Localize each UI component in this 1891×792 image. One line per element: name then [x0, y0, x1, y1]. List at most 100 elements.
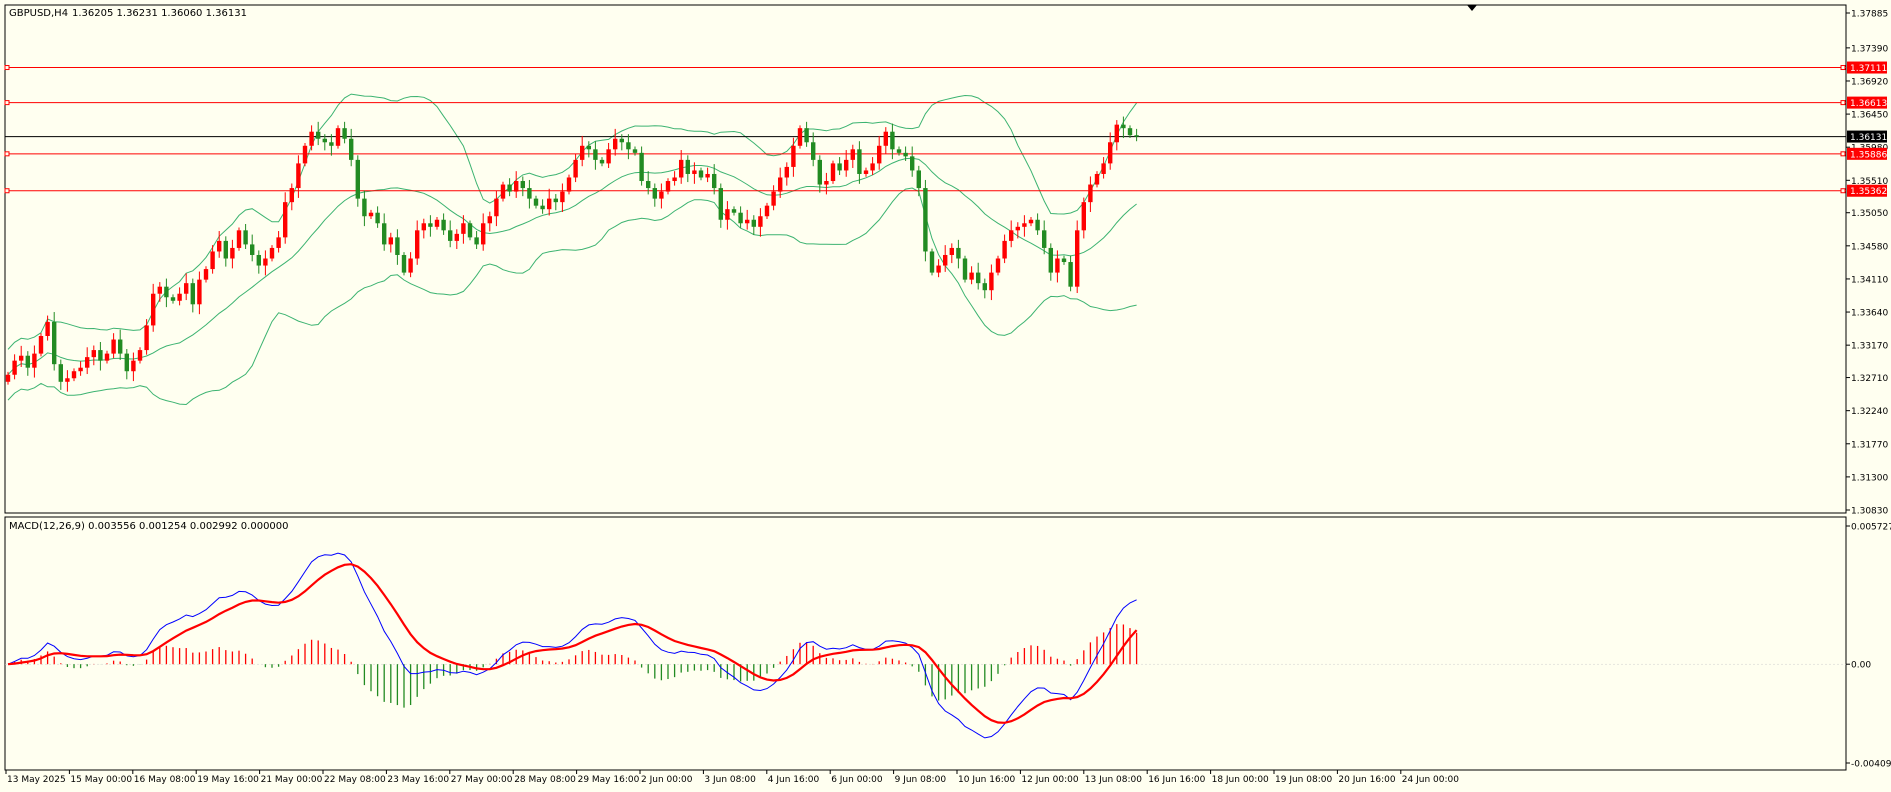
candle-body: [58, 364, 63, 382]
candle-body: [1022, 223, 1027, 227]
candle-body: [461, 223, 466, 234]
price-tick-label: 1.31300: [1851, 473, 1888, 483]
candle-body: [157, 286, 162, 294]
level-price-tag-label: 1.36613: [1850, 99, 1887, 109]
candle-body: [421, 223, 426, 231]
candle-body: [487, 216, 492, 224]
candle-body: [507, 184, 512, 192]
candle-body: [573, 159, 578, 178]
candle-body: [170, 297, 176, 301]
level-handle-icon[interactable]: [1840, 151, 1846, 157]
candle-body: [382, 223, 387, 245]
candle-body: [19, 355, 24, 361]
candle-body: [995, 258, 1001, 273]
time-tick-label: 29 May 16:00: [578, 775, 640, 785]
time-tick-label: 9 Jun 08:00: [895, 775, 947, 785]
candle-body: [1101, 163, 1106, 174]
candle-body: [520, 181, 525, 189]
candle-body: [593, 149, 598, 160]
time-tick-label: 6 Jun 00:00: [831, 775, 883, 785]
candle-body: [540, 205, 545, 210]
time-tick-label: 21 May 00:00: [261, 775, 323, 785]
candle-body: [309, 131, 314, 146]
candle-body: [494, 198, 499, 217]
candle-body: [481, 223, 486, 245]
time-tick-label: 19 May 16:00: [197, 775, 259, 785]
candle-body: [500, 184, 506, 199]
candle-body: [698, 170, 704, 178]
price-tick-label: 1.37885: [1851, 10, 1888, 20]
candle-body: [210, 251, 215, 270]
candle-body: [441, 219, 446, 231]
candle-body: [415, 230, 420, 259]
time-tick-label: 13 May 2025: [7, 775, 66, 785]
candle-body: [118, 339, 123, 354]
candle-body: [613, 138, 618, 150]
candle-body: [652, 188, 657, 199]
candle-body: [203, 269, 209, 280]
candle-body: [1009, 230, 1014, 241]
candle-body: [395, 237, 400, 255]
time-tick-label: 2 Jun 00:00: [641, 775, 693, 785]
level-handle-icon[interactable]: [4, 151, 10, 157]
candle-body: [65, 378, 70, 382]
time-tick-label: 23 May 16:00: [387, 775, 449, 785]
candle-body: [78, 367, 83, 372]
candle-body: [599, 159, 605, 164]
time-tick-label: 16 May 08:00: [134, 775, 196, 785]
level-handle-icon[interactable]: [4, 100, 10, 106]
candle-body: [375, 212, 380, 224]
candle-body: [632, 149, 638, 153]
candle-body: [659, 191, 664, 199]
candle-body: [329, 142, 334, 146]
candle-body: [12, 360, 17, 375]
level-handle-icon[interactable]: [4, 65, 10, 71]
macd-header-label: MACD(12,26,9) 0.003556 0.001254 0.002992…: [9, 521, 289, 532]
macd-tick-label: 0.005727: [1851, 523, 1891, 533]
level-price-tag-label: 1.35362: [1850, 187, 1887, 197]
time-tick-label: 13 Jun 08:00: [1085, 775, 1142, 785]
candle-body: [355, 159, 360, 199]
price-tick-label: 1.36920: [1851, 77, 1888, 87]
candle-body: [817, 159, 822, 185]
candle-body: [362, 198, 367, 217]
candle-body: [725, 209, 730, 220]
macd-tick-label: 0.00: [1851, 661, 1871, 671]
candle-body: [190, 283, 195, 305]
candle-body: [738, 212, 743, 224]
candle-body: [844, 159, 849, 171]
level-price-tag-label: 1.35886: [1850, 150, 1887, 160]
candle-body: [679, 159, 684, 178]
level-handle-icon[interactable]: [4, 188, 10, 194]
candle-body: [1042, 230, 1047, 248]
candle-body: [705, 173, 710, 178]
candle-body: [731, 209, 737, 213]
candle-body: [1015, 226, 1020, 231]
time-tick-label: 20 Jun 16:00: [1338, 775, 1395, 785]
candle-body: [467, 223, 473, 238]
macd-tick-label: -0.004094: [1851, 760, 1891, 770]
candle-body: [454, 233, 459, 241]
time-tick-label: 22 May 08:00: [324, 775, 386, 785]
level-handle-icon[interactable]: [1840, 188, 1846, 194]
level-handle-icon[interactable]: [1840, 100, 1846, 106]
candle-body: [758, 216, 763, 227]
candle-body: [236, 230, 242, 248]
level-handle-icon[interactable]: [1840, 65, 1846, 71]
time-tick-label: 10 Jun 16:00: [958, 775, 1015, 785]
candle-body: [566, 177, 572, 192]
candle-body: [71, 371, 77, 379]
candle-body: [870, 163, 875, 171]
candle-body: [553, 198, 558, 203]
candle-body: [883, 131, 888, 146]
candle-body: [388, 237, 393, 245]
candle-body: [335, 128, 341, 146]
chart-canvas[interactable]: 1.378851.373901.369201.364501.359801.355…: [0, 0, 1891, 792]
candle-body: [177, 293, 182, 301]
candle-body: [778, 177, 783, 192]
candle-body: [527, 188, 532, 199]
candle-body: [764, 205, 770, 217]
time-tick-label: 3 Jun 08:00: [704, 775, 756, 785]
candle-body: [256, 254, 261, 266]
candle-body: [606, 149, 611, 164]
